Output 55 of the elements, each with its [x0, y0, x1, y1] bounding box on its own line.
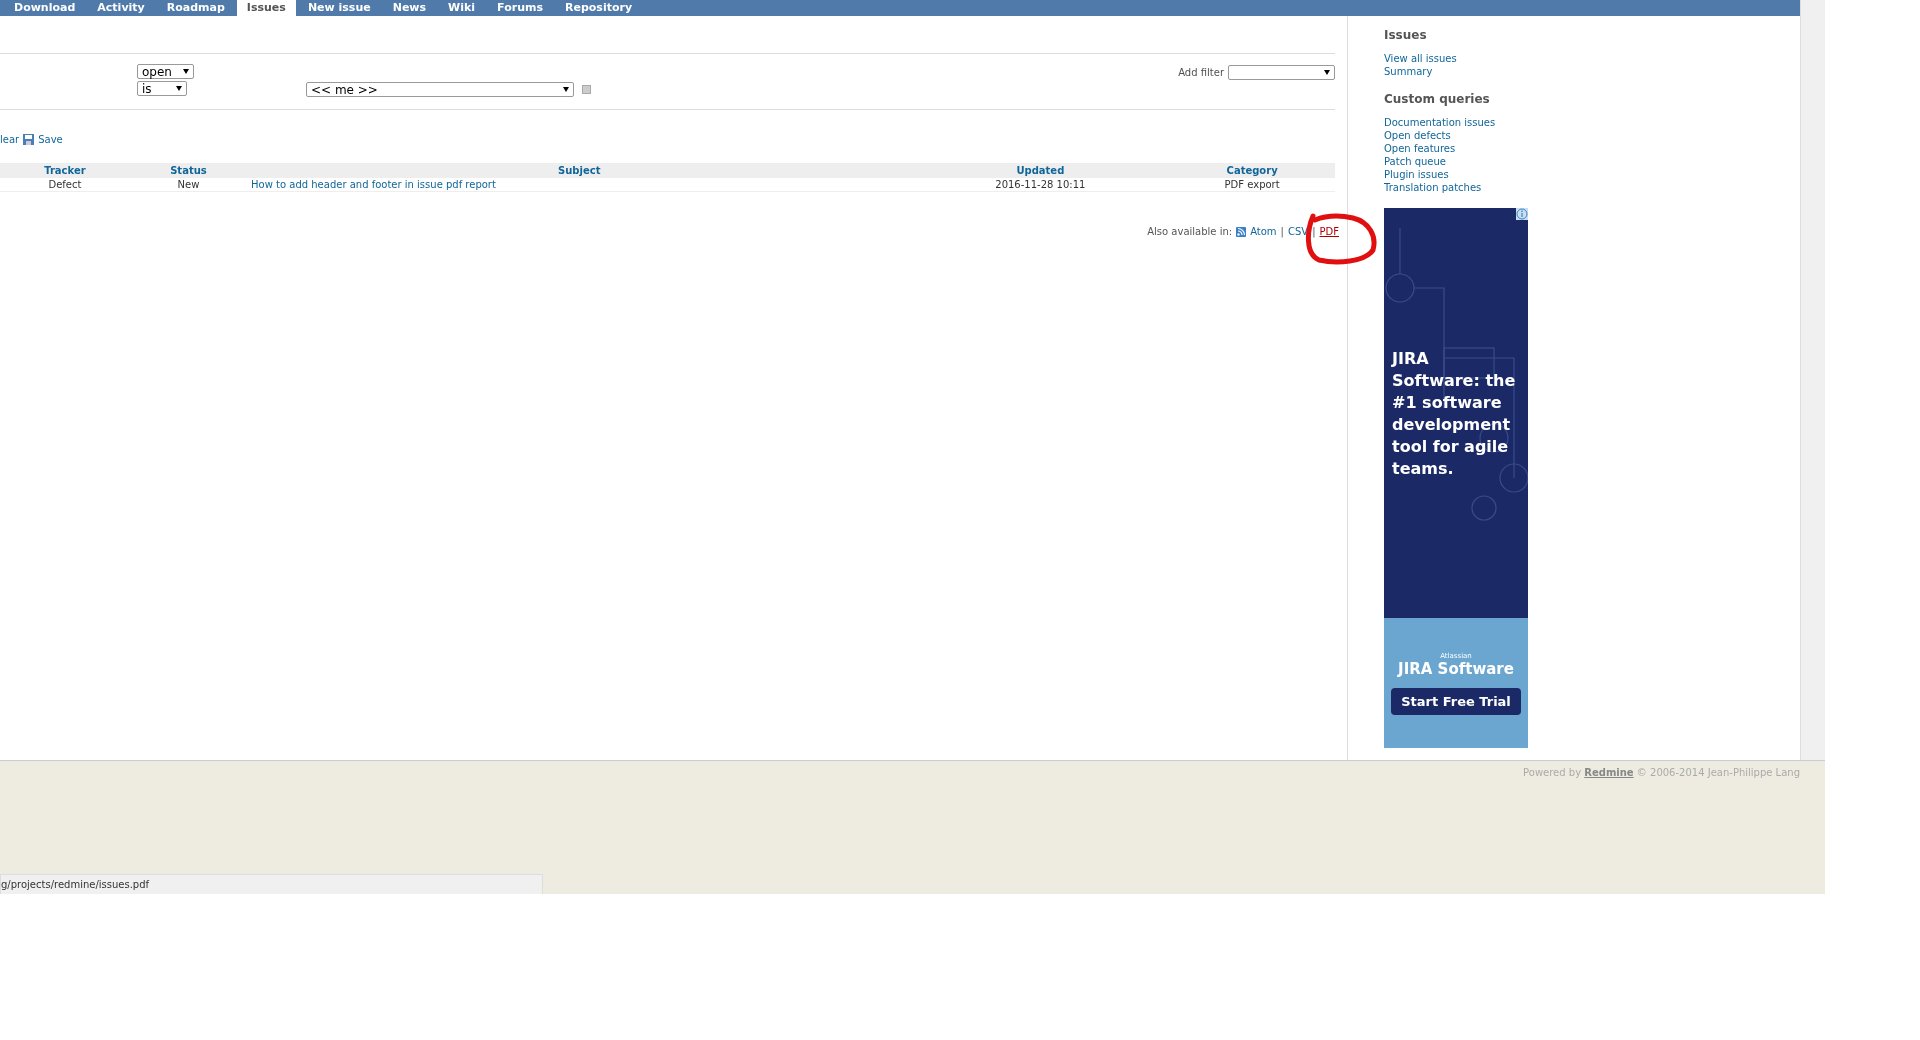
sidebar-heading: Issues: [1384, 28, 1428, 42]
export-link[interactable]: Atom: [1250, 226, 1277, 237]
column-header[interactable]: Updated: [911, 163, 1170, 178]
issue-link[interactable]: How to add header and footer in issue pdf report: [251, 179, 496, 190]
separator-text: |: [1280, 226, 1284, 237]
query-link[interactable]: Patch queue: [1384, 155, 1800, 168]
nav-tab[interactable]: Activity: [87, 0, 155, 16]
export-label: Also available in:: [1147, 226, 1233, 237]
pdf-link[interactable]: PDF: [1319, 226, 1339, 237]
column-header[interactable]: Status: [129, 163, 248, 178]
ad-headline: JIRA Software: the #1 software development tool for agile teams.: [1392, 348, 1517, 480]
nav-tab[interactable]: Forums: [487, 0, 553, 16]
nav-tab[interactable]: Issues: [236, 0, 296, 16]
column-header[interactable]: Subject: [247, 163, 912, 178]
nav-tab[interactable]: Download: [4, 0, 86, 16]
query-link[interactable]: Translation patches: [1384, 181, 1800, 194]
query-link[interactable]: Plugin issues: [1384, 168, 1800, 181]
sidebar-link[interactable]: View all issues: [1384, 52, 1800, 65]
table-cell: New: [129, 178, 248, 192]
sidebar-link[interactable]: Summary: [1384, 65, 1800, 78]
free-trial-button[interactable]: Start Free Trial: [1391, 688, 1521, 715]
nav-tab[interactable]: Repository: [555, 0, 643, 16]
footer-text: Powered by Redmine © 2006-2014 Jean-Philippe Lang: [1522, 766, 1800, 778]
assignee-select[interactable]: << me >>: [306, 82, 574, 97]
query-link[interactable]: Open features: [1384, 142, 1800, 155]
info-icon[interactable]: [1516, 208, 1528, 220]
separator-text: |: [1312, 226, 1316, 237]
save-link[interactable]: Save: [38, 134, 63, 145]
caret-icon: [1324, 70, 1330, 75]
sidebar-heading: Custom queries: [1384, 92, 1491, 106]
nav-tab[interactable]: Wiki: [438, 0, 486, 16]
table-cell: PDF export: [1169, 178, 1335, 192]
ad-brand: JIRA Software: [1398, 660, 1514, 678]
caret-icon: [183, 69, 189, 74]
table-cell: Defect: [0, 178, 130, 192]
feed-icon: [1236, 226, 1247, 237]
table-cell: 2016-11-28 10:11: [911, 178, 1170, 192]
nav-tab[interactable]: News: [382, 0, 437, 16]
operator-select[interactable]: is: [137, 81, 187, 96]
column-header[interactable]: Category: [1169, 163, 1335, 178]
caret-icon: [176, 86, 182, 91]
export-link[interactable]: CSV: [1287, 226, 1309, 237]
nav-tab[interactable]: New issue: [297, 0, 381, 16]
add-icon[interactable]: [582, 85, 591, 94]
clear-link[interactable]: lear: [0, 134, 20, 145]
column-header[interactable]: Tracker: [0, 163, 130, 178]
status-bar-url: g/projects/redmine/issues.pdf: [0, 874, 543, 894]
scrollbar-track[interactable]: [1801, 0, 1825, 760]
add-filter-select[interactable]: [1228, 65, 1335, 80]
caret-icon: [563, 87, 569, 92]
nav-tab[interactable]: Roadmap: [156, 0, 235, 16]
add-filter-label: Add filter: [1178, 67, 1224, 78]
query-link[interactable]: Open defects: [1384, 129, 1800, 142]
status-select[interactable]: open: [137, 64, 194, 79]
query-link[interactable]: Documentation issues: [1384, 116, 1800, 129]
